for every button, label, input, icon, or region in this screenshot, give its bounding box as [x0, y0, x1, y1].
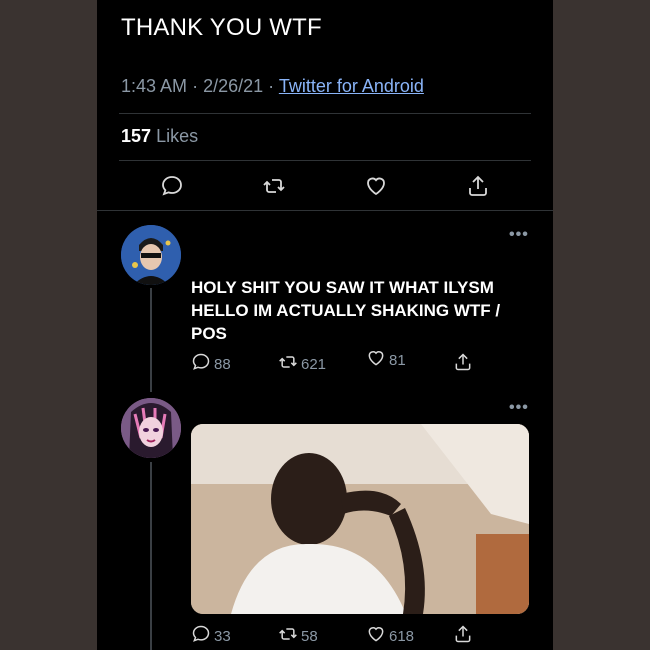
tweet-meta: 1:43 AM · 2/26/21 · Twitter for Android [121, 76, 424, 97]
reply-stat[interactable]: 33 [191, 624, 231, 648]
share-stat[interactable] [453, 352, 473, 376]
heart-icon[interactable] [364, 174, 388, 198]
thread-line [150, 288, 152, 392]
like-count: 618 [389, 627, 415, 645]
retweet-stat[interactable]: 621 [278, 352, 326, 376]
share-icon [453, 352, 473, 376]
likes-label: Likes [156, 126, 199, 146]
reply-count: 88 [214, 355, 231, 373]
heart-icon [366, 624, 386, 648]
reply-icon [191, 624, 211, 648]
reply-count: 33 [214, 627, 231, 645]
share-icon[interactable] [466, 174, 490, 198]
divider [119, 113, 531, 114]
retweet-icon [278, 624, 298, 648]
more-options-icon[interactable]: ••• [509, 226, 529, 244]
avatar[interactable] [121, 225, 181, 285]
media-image[interactable] [191, 424, 529, 614]
retweet-icon [278, 352, 298, 376]
tweet-detail-screen: THANK YOU WTF 1:43 AM · 2/26/21 · Twitte… [97, 0, 553, 650]
heart-icon [366, 348, 386, 372]
reply-icon[interactable] [160, 174, 184, 198]
tweet-source-link[interactable]: Twitter for Android [279, 76, 424, 96]
like-stat[interactable]: 618 [366, 624, 414, 648]
retweet-icon[interactable] [262, 174, 286, 198]
retweet-count: 621 [301, 355, 327, 373]
divider [97, 210, 553, 211]
reply-text: HOLY SHIT YOU SAW IT WHAT ILYSM HELLO IM… [191, 278, 501, 343]
tweet-time: 1:43 AM [121, 76, 188, 96]
more-options-icon[interactable]: ••• [509, 399, 529, 417]
tweet-text: THANK YOU WTF [121, 14, 322, 41]
likes-count[interactable]: 157 Likes [121, 126, 198, 147]
like-stat[interactable]: 81 [366, 348, 406, 372]
meta-separator: · [192, 76, 199, 96]
reply-stat[interactable]: 88 [191, 352, 231, 376]
divider [119, 160, 531, 161]
tweet-date: 2/26/21 [203, 76, 264, 96]
retweet-stat[interactable]: 58 [278, 624, 318, 648]
retweet-count: 58 [301, 627, 318, 645]
avatar[interactable] [121, 398, 181, 458]
like-count: 81 [389, 351, 406, 369]
share-stat[interactable] [453, 624, 473, 648]
thread-line [150, 462, 152, 650]
reply-icon [191, 352, 211, 376]
meta-separator: · [268, 76, 275, 96]
share-icon [453, 624, 473, 648]
likes-number: 157 [121, 126, 152, 146]
